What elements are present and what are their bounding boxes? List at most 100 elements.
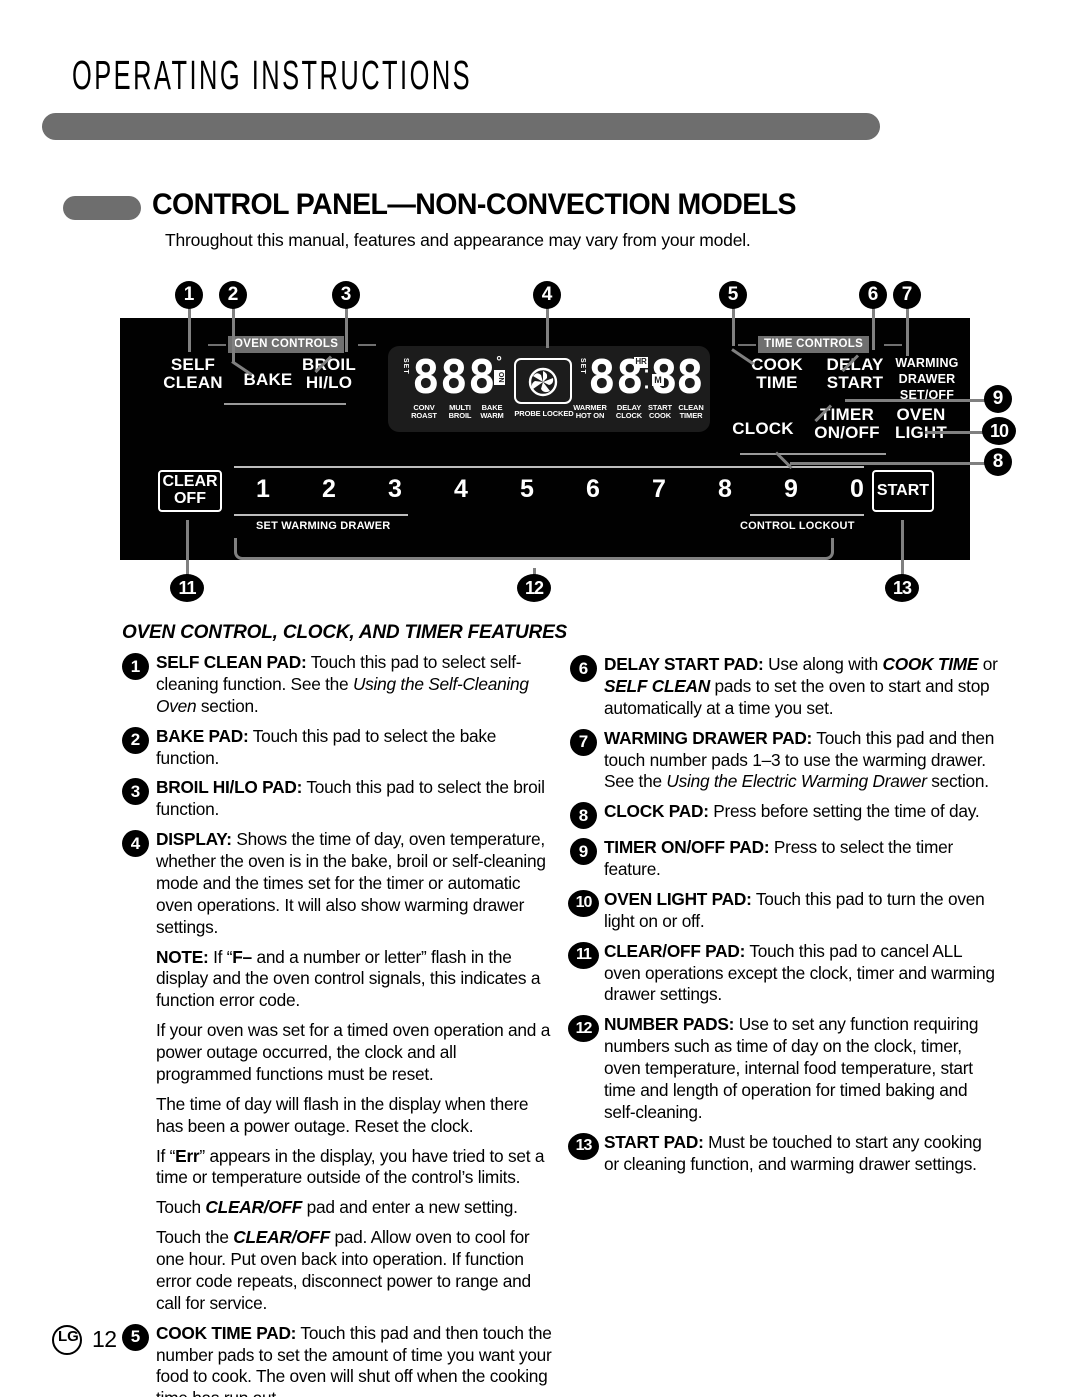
feature-italic-7: Using the Electric Warming Drawer [666, 771, 927, 792]
warming-drawer-rule [234, 514, 408, 516]
callout-4: 4 [533, 281, 561, 309]
callout-12: 12 [517, 574, 551, 602]
display-min-indicator: M [652, 374, 664, 387]
pad-start[interactable]: START [872, 470, 934, 512]
feature-title-8: CLOCK PAD: [604, 801, 709, 822]
display-ind-warmer-hot-on: WARMER HOT ON [573, 403, 607, 421]
time-controls-underline [740, 453, 886, 455]
feature-item-1: 1 SELF CLEAN PAD: Touch this pad to sele… [122, 652, 552, 718]
feature-body-8: Press before setting the time of day. [708, 801, 980, 822]
header-divider-bar [42, 113, 880, 140]
feature-paragraph-flash: The time of day will flash in the displa… [122, 1094, 552, 1138]
feature-note-paragraph: NOTE: If “F– and a number or letter” fla… [122, 947, 552, 1013]
pad-broil-hilo[interactable]: BROIL HI/LO [288, 355, 370, 393]
paragraph-flash-text: The time of day will flash in the displa… [156, 1093, 529, 1136]
feature-number-4: 4 [122, 830, 149, 858]
number-pad-2[interactable]: 2 [314, 475, 344, 504]
display-ind-multi-broil: MULTI BROIL [448, 403, 472, 421]
number-pad-6[interactable]: 6 [578, 475, 608, 504]
display-ind-clean-timer: CLEAN TIMER [678, 403, 704, 421]
feature-item-10: 10 OVEN LIGHT PAD: Touch this pad to tur… [568, 888, 1000, 933]
number-pad-5[interactable]: 5 [512, 475, 542, 504]
number-pad-4[interactable]: 4 [446, 475, 476, 504]
display-digit-4: 8 [588, 350, 616, 404]
feature-item-6: 6 DELAY START PAD: Use along with COOK T… [570, 654, 1000, 720]
feature-item-12: 12 NUMBER PADS: Use to set any function … [568, 1014, 1000, 1123]
leader-13 [901, 520, 904, 580]
feature-number-12: 12 [568, 1015, 599, 1043]
display-ind-start-cook: START COOK [648, 403, 672, 421]
label-set-warming-drawer: SET WARMING DRAWER [256, 520, 391, 532]
page-header-title: OPERATING INSTRUCTIONS [72, 52, 473, 98]
feature-number-7: 7 [570, 728, 597, 756]
page-number: 12 [92, 1326, 117, 1352]
feature-item-11: 11 CLEAR/OFF PAD: Touch this pad to canc… [568, 940, 1000, 1007]
touch1-mid-1: Touch [156, 1197, 206, 1218]
feature-paragraph-outage: If your oven was set for a timed oven op… [122, 1020, 552, 1086]
feature-title-10: OVEN LIGHT PAD: [604, 888, 752, 909]
pad-clock[interactable]: CLOCK [726, 419, 800, 438]
features-right-column: 6 DELAY START PAD: Use along with COOK T… [568, 654, 1000, 1183]
feature-bi-6a: COOK TIME [882, 654, 979, 674]
display-lcd: SET 8 8 8 ° ON SET 8 8 HR · · M 8 CONV R… [388, 346, 710, 432]
err-mid-2: ” appears in the display, you have tried… [156, 1145, 545, 1188]
oven-control-panel: OVEN CONTROLS TIME CONTROLS SELF CLEAN B… [120, 318, 970, 560]
pad-oven-light[interactable]: OVEN LIGHT [880, 405, 962, 443]
number-pad-8[interactable]: 8 [710, 475, 740, 504]
pad-timer-onoff[interactable]: TIMER ON/OFF [804, 405, 890, 443]
numberpad-top-rule [234, 466, 864, 468]
callout-8: 8 [984, 448, 1012, 476]
display-degree-symbol: ° [496, 353, 502, 369]
features-left-column: 1 SELF CLEAN PAD: Touch this pad to sele… [122, 652, 552, 1397]
feature-item-13: 13 START PAD: Must be touched to start a… [568, 1131, 1000, 1176]
feature-item-5: 5 COOK TIME PAD: Touch this pad and then… [122, 1323, 552, 1397]
feature-bi-6b: SELF CLEAN [604, 675, 710, 696]
callout-5: 5 [719, 281, 747, 309]
feature-number-1: 1 [122, 653, 149, 680]
note-lead: NOTE: [156, 946, 209, 967]
pad-self-clean[interactable]: SELF CLEAN [148, 355, 238, 393]
manual-page: OPERATING INSTRUCTIONS CONTROL PANEL—NON… [0, 0, 1080, 1397]
display-ind-probe-locked: PROBE LOCKED [514, 409, 574, 418]
feature-body-6b: or [978, 654, 998, 674]
touch2-mid-1: Touch the [156, 1227, 234, 1248]
display-digit-1: 8 [412, 350, 440, 404]
callout-11: 11 [170, 574, 204, 602]
callout-7: 7 [893, 281, 921, 309]
paragraph-outage-text: If your oven was set for a timed oven op… [156, 1020, 551, 1084]
callout-10: 10 [982, 417, 1016, 445]
display-set-left: SET [402, 358, 409, 375]
group-rule-oven-left [208, 344, 226, 346]
group-rule-time-left [738, 344, 756, 346]
label-control-lockout: CONTROL LOCKOUT [740, 520, 855, 532]
feature-title-5: COOK TIME PAD: [156, 1322, 297, 1343]
display-ind-bake-warm: BAKE WARM [480, 403, 504, 421]
touch1-mid-2: pad and enter a new setting. [302, 1197, 518, 1218]
pad-clear-off[interactable]: CLEAR OFF [158, 470, 222, 512]
number-pad-9[interactable]: 9 [776, 475, 806, 504]
feature-body-1b: section. [196, 695, 259, 716]
display-ind-delay-clock: DELAY CLOCK [615, 403, 643, 421]
leader-9 [845, 399, 985, 402]
feature-title-13: START PAD: [604, 1131, 704, 1152]
leader-10 [925, 431, 985, 434]
group-label-oven-controls: OVEN CONTROLS [228, 336, 345, 353]
callout-6: 6 [859, 281, 887, 309]
display-on-indicator: ON [494, 370, 505, 385]
oven-controls-underline [224, 403, 346, 405]
section-bullet-pill [63, 196, 141, 220]
display-ind-conv-roast: CONV ROAST [411, 403, 437, 421]
feature-title-3: BROIL HI/LO PAD: [156, 777, 303, 798]
feature-paragraph-err: If “Err” appears in the display, you hav… [122, 1146, 552, 1190]
group-label-time-controls: TIME CONTROLS [758, 336, 870, 353]
pad-warming-drawer[interactable]: WARMING DRAWER SET/OFF [882, 355, 972, 403]
number-pad-0[interactable]: 0 [842, 475, 872, 504]
feature-title-11: CLEAR/OFF PAD: [604, 940, 746, 961]
convection-fan-icon [528, 367, 558, 397]
callout-2: 2 [219, 281, 247, 309]
number-pad-3[interactable]: 3 [380, 475, 410, 504]
number-pad-7[interactable]: 7 [644, 475, 674, 504]
err-bold: Err [175, 1145, 200, 1166]
group-rule-time-right [884, 344, 902, 346]
number-pad-1[interactable]: 1 [248, 475, 278, 504]
